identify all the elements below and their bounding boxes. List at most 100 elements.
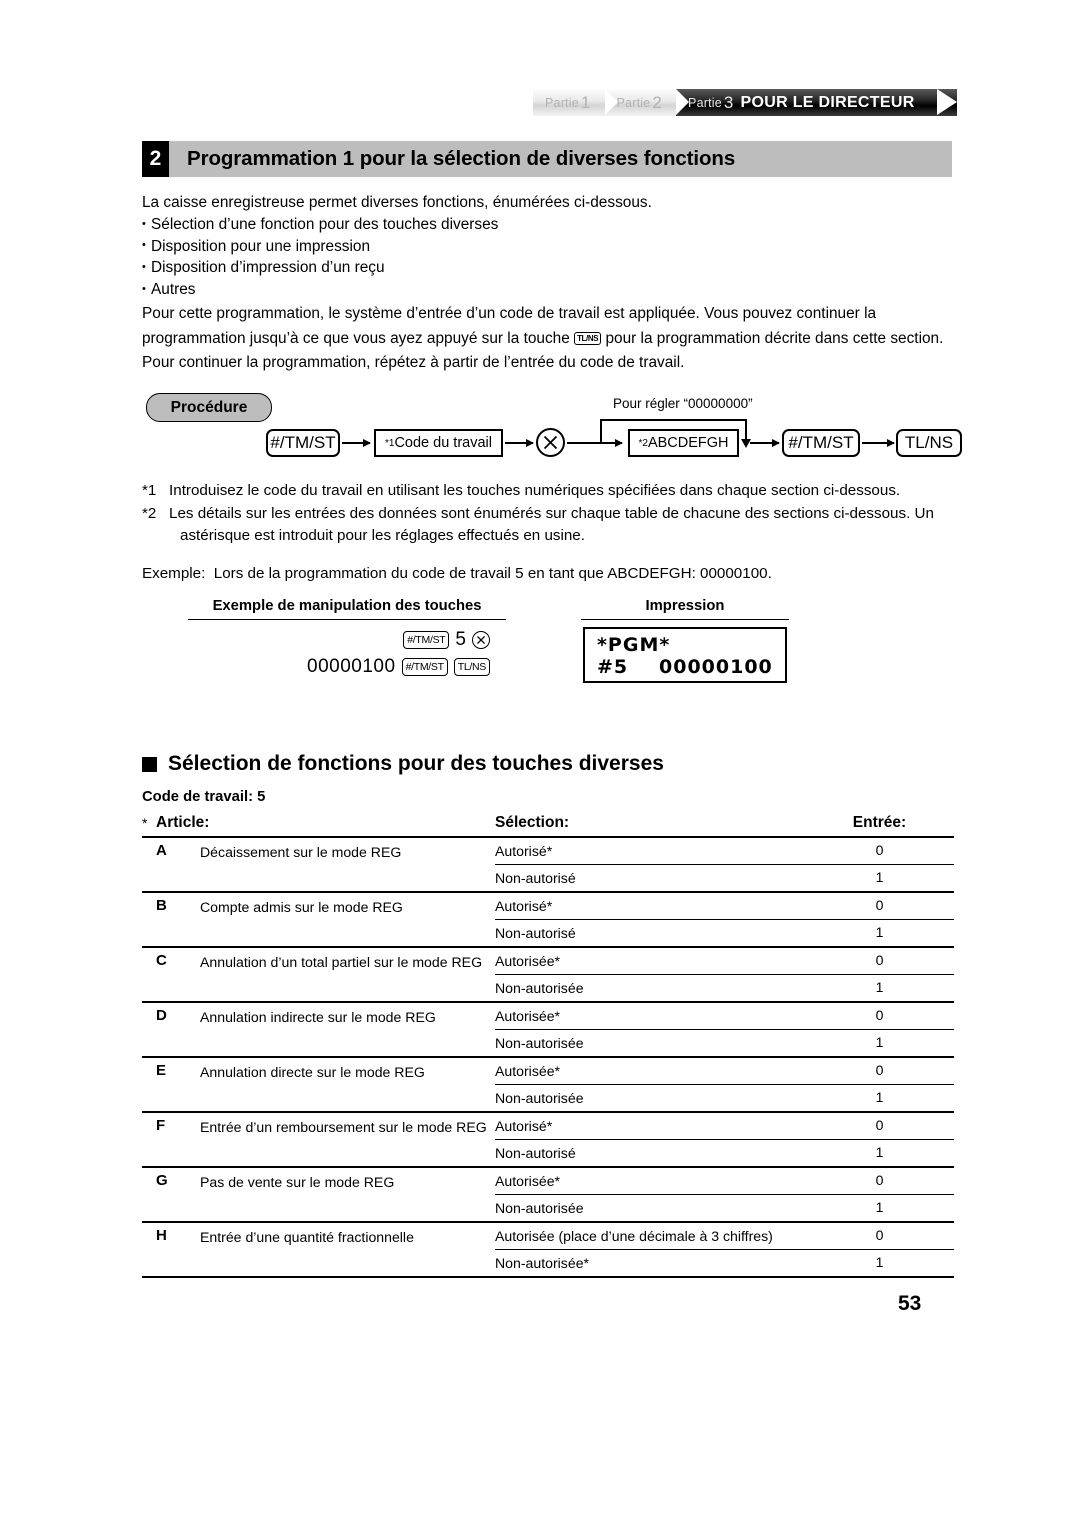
part-chip-3-title: POUR LE DIRECTEUR	[740, 93, 915, 111]
table-cell-spacer	[142, 1166, 156, 1222]
table-row: A Décaissement sur le mode REG Autorisé* 0	[142, 836, 954, 892]
key-tm-st-icon-2: #/TM/ST	[401, 658, 448, 676]
table-cell-spacer	[142, 891, 156, 947]
part-chip-1-number: 1	[580, 92, 591, 112]
table-cell-letter: F	[156, 1111, 200, 1167]
receipt-code-value: 00000100	[659, 656, 773, 678]
flow-arrow-3	[567, 438, 623, 447]
footnote-2-text: Les détails sur les entrées des données …	[169, 505, 934, 544]
loop-line-vertical-right	[745, 419, 747, 441]
table-cell-selection: Autorisée*	[495, 1166, 805, 1195]
footnote-1-marker: *1	[142, 482, 157, 499]
table-cell-description: Compte admis sur le mode REG	[200, 891, 495, 947]
flow-box-abcdefgh-sup: *2	[638, 437, 648, 449]
table-cell-letter: D	[156, 1001, 200, 1057]
table-cell-selection: Non-autorisé	[495, 925, 576, 941]
table-bottom-rule	[142, 1276, 954, 1279]
settings-table: * Article: Sélection: Entrée: A Décaissem…	[142, 814, 954, 1279]
key-sequence-row-2: 00000100 #/TM/ST TL/NS	[200, 655, 490, 679]
settings-table-wrapper: * Article: Sélection: Entrée: A Décaissem…	[142, 814, 954, 1279]
list-item: Disposition pour une impression	[142, 235, 952, 258]
example-keys-heading: Exemple de manipulation des touches	[188, 598, 506, 620]
table-cell-entry: 1	[875, 1089, 884, 1105]
table-header-selection: Sélection:	[495, 814, 805, 838]
table-cell-description: Pas de vente sur le mode REG	[200, 1166, 495, 1222]
table-cell-selection: Autorisée*	[495, 1001, 805, 1030]
page-title: Programmation 1 pour la sélection de div…	[169, 141, 952, 177]
table-cell-selection: Autorisé*	[495, 1111, 805, 1140]
table-cell-spacer	[142, 946, 156, 1002]
key-sequence-row-1: #/TM/ST 5	[200, 628, 490, 652]
table-cell-selection: Non-autorisée*	[495, 1255, 590, 1271]
table-row: E Annulation directe sur le mode REG Autor…	[142, 1056, 954, 1112]
table-cell-entry: 0	[805, 1221, 954, 1250]
tl-ns-key-icon: TL/NS	[574, 331, 602, 345]
list-item: Disposition d’impression d’un reçu	[142, 257, 952, 279]
receipt-line-code: #5 00000100	[597, 656, 785, 678]
footnote-1: *1 Introduisez le code du travail en uti…	[142, 480, 992, 502]
receipt-line-pgm: *PGM*	[597, 634, 671, 656]
table-cell-letter: B	[156, 891, 200, 947]
table-cell-selection: Autorisée*	[495, 946, 805, 975]
example-marker: Exemple:	[142, 565, 206, 582]
flow-arrow-4	[750, 438, 780, 447]
flow-box-abcdefgh-label: ABCDEFGH	[647, 435, 729, 451]
table-body: A Décaissement sur le mode REG Autorisé* 0 N…	[142, 836, 954, 1277]
receipt-printout: *PGM* #5 00000100	[583, 627, 787, 683]
table-row: G Pas de vente sur le mode REG Autorisée* 0	[142, 1166, 954, 1222]
table-cell-letter: E	[156, 1056, 200, 1112]
section-number-badge: 2	[142, 141, 169, 177]
table-cell-description: Annulation d’un total partiel sur le mod…	[200, 946, 495, 1002]
part-chip-1: Partie 1	[533, 89, 617, 116]
key-sequence-example: #/TM/ST 5 00000100 #/TM/ST TL/NS	[200, 628, 490, 682]
flow-arrow-1	[342, 438, 371, 447]
subsection-title: Sélection de fonctions pour des touches …	[168, 752, 664, 775]
part-chip-2-label: Partie	[616, 95, 651, 110]
table-cell-entry: 0	[805, 1166, 954, 1195]
table-cell-entry: 1	[875, 869, 884, 885]
table-cell-entry: 1	[875, 979, 884, 995]
table-cell-entry: 0	[805, 1111, 954, 1140]
part-breadcrumb-banner: Partie 1 Partie 2 Partie 3 POUR LE DIRECTEU…	[533, 89, 957, 116]
table-row: B Compte admis sur le mode REG Autorisé* 0	[142, 891, 954, 947]
table-foot	[142, 1276, 954, 1279]
table-cell-selection: Non-autorisée	[495, 1200, 584, 1216]
table-cell-description: Décaissement sur le mode REG	[200, 836, 495, 892]
square-bullet-icon	[142, 756, 157, 772]
table-cell-selection: Non-autorisée	[495, 980, 584, 996]
part-chip-3-label: Partie	[688, 95, 722, 110]
table-cell-letter: A	[156, 836, 200, 892]
procedure-badge: Procédure	[146, 393, 272, 422]
example-print-heading: Impression	[581, 598, 789, 620]
table-cell-selection: Non-autorisé	[495, 870, 576, 886]
flow-arrow-2	[505, 438, 534, 447]
list-item: Autres	[142, 279, 952, 301]
intro-paragraph: Pour cette programmation, le système d’e…	[142, 302, 954, 376]
table-cell-spacer	[142, 1221, 156, 1277]
flow-box-code-sup: *1	[385, 437, 395, 449]
table-cell-spacer	[142, 1111, 156, 1167]
flow-box-abcdefgh: *2 ABCDEFGH	[628, 429, 739, 457]
table-cell-entry: 0	[805, 1056, 954, 1085]
table-cell-entry: 0	[805, 1001, 954, 1030]
key-tl-ns-icon: TL/NS	[453, 658, 490, 676]
list-item: Sélection d’une fonction pour des touche…	[142, 214, 952, 236]
table-header-entry: Entrée:	[805, 814, 954, 838]
key-tm-st-icon-1: #/TM/ST	[403, 631, 450, 649]
example-text: Lors de la programmation du code de trav…	[213, 565, 772, 582]
key-amount-value: 00000100	[307, 656, 396, 677]
table-cell-selection: Autorisé*	[495, 836, 805, 865]
multiply-key-icon	[536, 428, 565, 457]
flow-key-tm-st-2: #/TM/ST	[782, 429, 860, 457]
flow-box-code-label: Code du travail	[394, 435, 492, 451]
table-cell-letter: C	[156, 946, 200, 1002]
table-cell-selection: Autorisé*	[495, 891, 805, 920]
table-cell-entry: 0	[805, 891, 954, 920]
table-head: * Article: Sélection: Entrée:	[142, 814, 954, 838]
loop-line-horizontal	[600, 419, 747, 421]
example-intro-line: Exemple: Lors de la programmation du cod…	[142, 563, 1022, 585]
table-row: F Entrée d’un remboursement sur le mode R…	[142, 1111, 954, 1167]
table-cell-selection: Non-autorisé	[495, 1145, 576, 1161]
job-code-value: 5	[257, 789, 266, 805]
footnote-2: *2 Les détails sur les entrées des donné…	[142, 503, 992, 547]
